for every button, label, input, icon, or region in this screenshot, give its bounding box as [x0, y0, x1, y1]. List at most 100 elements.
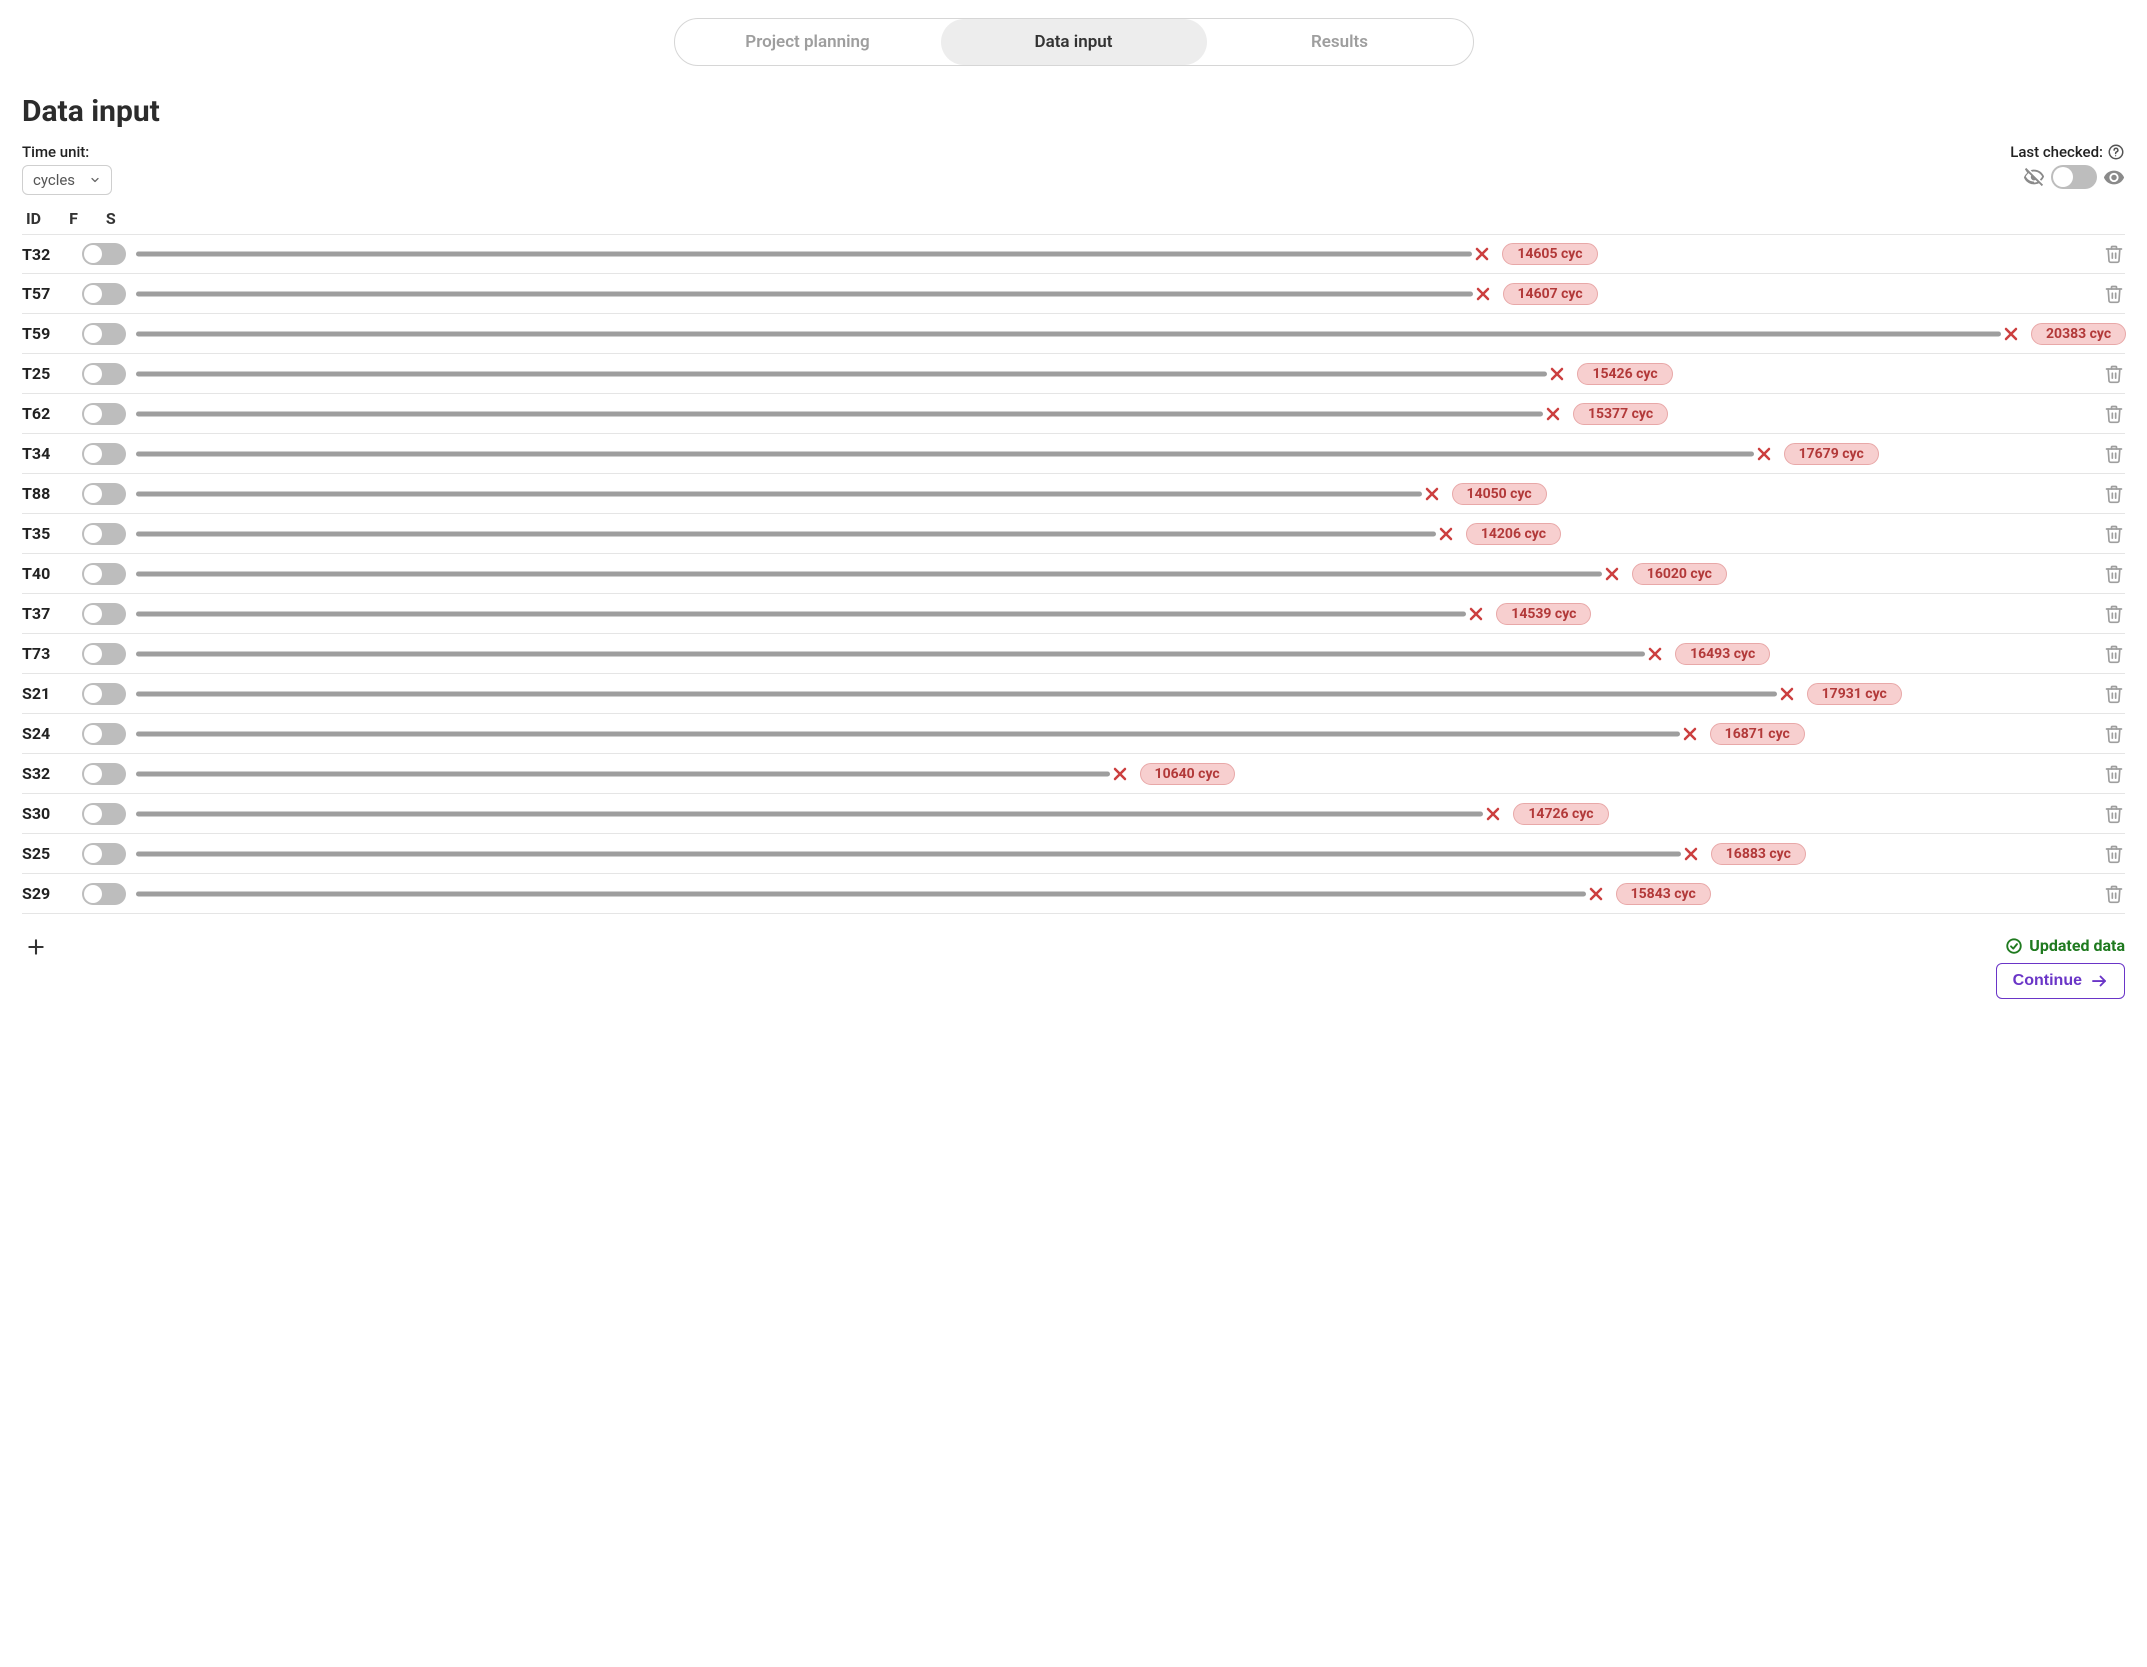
close-icon [1680, 724, 1700, 744]
value-chip: 14607 cyc [1503, 283, 1598, 305]
value-bar[interactable]: 14607 cyc [136, 284, 2093, 304]
failure-toggle[interactable] [82, 723, 126, 745]
table-row: T57 14607 cyc [22, 274, 2125, 314]
failure-toggle[interactable] [82, 883, 126, 905]
delete-row-button[interactable] [2103, 244, 2125, 264]
table-row: T2515426 cyc [22, 354, 2125, 394]
table-row: T40 16020 cyc [22, 554, 2125, 594]
value-bar[interactable]: 10640 cyc [136, 764, 2093, 784]
failure-toggle[interactable] [82, 683, 126, 705]
failure-toggle[interactable] [82, 763, 126, 785]
close-icon [1473, 284, 1493, 304]
check-circle-icon [2005, 937, 2023, 955]
add-row-button[interactable] [22, 936, 50, 962]
row-id: T40 [22, 564, 72, 583]
value-bar[interactable]: 15843 cyc [136, 884, 2093, 904]
delete-row-button[interactable] [2103, 284, 2125, 304]
table-row: S24 16871 cyc [22, 714, 2125, 754]
value-bar[interactable]: 20383 cyc [136, 324, 2093, 344]
failure-toggle[interactable] [82, 523, 126, 545]
close-icon [1681, 844, 1701, 864]
delete-row-button[interactable] [2103, 804, 2125, 824]
table-row: S32 10640 cyc [22, 754, 2125, 794]
row-id: S24 [22, 724, 72, 743]
row-id: S32 [22, 764, 72, 783]
delete-row-button[interactable] [2103, 404, 2125, 424]
failure-toggle[interactable] [82, 843, 126, 865]
page-title: Data input [22, 94, 2125, 129]
row-id: T32 [22, 245, 72, 264]
value-chip: 16493 cyc [1675, 643, 1770, 665]
failure-toggle[interactable] [82, 563, 126, 585]
value-bar[interactable]: 14539 cyc [136, 604, 2093, 624]
value-bar[interactable]: 14605 cyc [136, 244, 2093, 264]
delete-row-button[interactable] [2103, 564, 2125, 584]
close-icon [1586, 884, 1606, 904]
col-s: S [106, 209, 116, 228]
value-chip: 15426 cyc [1577, 363, 1672, 385]
delete-row-button[interactable] [2103, 364, 2125, 384]
failure-toggle[interactable] [82, 803, 126, 825]
value-bar[interactable]: 16883 cyc [136, 844, 2093, 864]
col-id: ID [26, 209, 41, 228]
plus-icon [26, 937, 46, 957]
value-bar[interactable]: 14726 cyc [136, 804, 2093, 824]
delete-row-button[interactable] [2103, 524, 2125, 544]
failure-toggle[interactable] [82, 323, 126, 345]
delete-row-button[interactable] [2103, 764, 2125, 784]
failure-toggle[interactable] [82, 643, 126, 665]
chevron-down-icon [89, 174, 101, 186]
help-icon[interactable] [2107, 143, 2125, 161]
close-icon [1436, 524, 1456, 544]
last-checked-label: Last checked: [2010, 143, 2103, 161]
value-bar[interactable]: 16871 cyc [136, 724, 2093, 744]
close-icon [1422, 484, 1442, 504]
row-id: S29 [22, 884, 72, 903]
row-id: T88 [22, 484, 72, 503]
table-row: S3014726 cyc [22, 794, 2125, 834]
value-bar[interactable]: 15426 cyc [136, 364, 2093, 384]
delete-row-button[interactable] [2103, 884, 2125, 904]
close-icon [1645, 644, 1665, 664]
failure-toggle[interactable] [82, 243, 126, 265]
visibility-toggle[interactable] [2051, 165, 2097, 189]
row-id: T57 [22, 284, 72, 303]
value-bar[interactable]: 16020 cyc [136, 564, 2093, 584]
tab-data-input[interactable]: Data input [941, 19, 1207, 65]
arrow-right-icon [2090, 972, 2108, 990]
failure-toggle[interactable] [82, 283, 126, 305]
value-chip: 20383 cyc [2031, 323, 2126, 345]
delete-row-button[interactable] [2103, 644, 2125, 664]
failure-toggle[interactable] [82, 443, 126, 465]
failure-toggle[interactable] [82, 363, 126, 385]
value-bar[interactable]: 14050 cyc [136, 484, 2093, 504]
controls-row: Time unit: cycles Last checked: [22, 143, 2125, 195]
value-bar[interactable]: 15377 cyc [136, 404, 2093, 424]
delete-row-button[interactable] [2103, 844, 2125, 864]
failure-toggle[interactable] [82, 483, 126, 505]
delete-row-button[interactable] [2103, 684, 2125, 704]
value-chip: 16871 cyc [1710, 723, 1805, 745]
delete-row-button[interactable] [2103, 604, 2125, 624]
value-chip: 16883 cyc [1711, 843, 1806, 865]
value-bar[interactable]: 17679 cyc [136, 444, 2093, 464]
failure-toggle[interactable] [82, 603, 126, 625]
value-bar[interactable]: 16493 cyc [136, 644, 2093, 664]
value-bar[interactable]: 17931 cyc [136, 684, 2093, 704]
time-unit-select[interactable]: cycles [22, 165, 112, 195]
footer: Updated data Continue [22, 936, 2125, 999]
value-bar[interactable]: 14206 cyc [136, 524, 2093, 544]
table-row: T3714539 cyc [22, 594, 2125, 634]
tab-project-planning[interactable]: Project planning [675, 19, 941, 65]
delete-row-button[interactable] [2103, 444, 2125, 464]
delete-row-button[interactable] [2103, 724, 2125, 744]
tab-results[interactable]: Results [1207, 19, 1473, 65]
continue-button[interactable]: Continue [1996, 963, 2125, 999]
delete-row-button[interactable] [2103, 484, 2125, 504]
time-unit-label: Time unit: [22, 143, 112, 161]
close-icon [1543, 404, 1563, 424]
table-row: S2117931 cyc [22, 674, 2125, 714]
updated-status: Updated data [1996, 936, 2125, 955]
value-chip: 14050 cyc [1452, 483, 1547, 505]
failure-toggle[interactable] [82, 403, 126, 425]
